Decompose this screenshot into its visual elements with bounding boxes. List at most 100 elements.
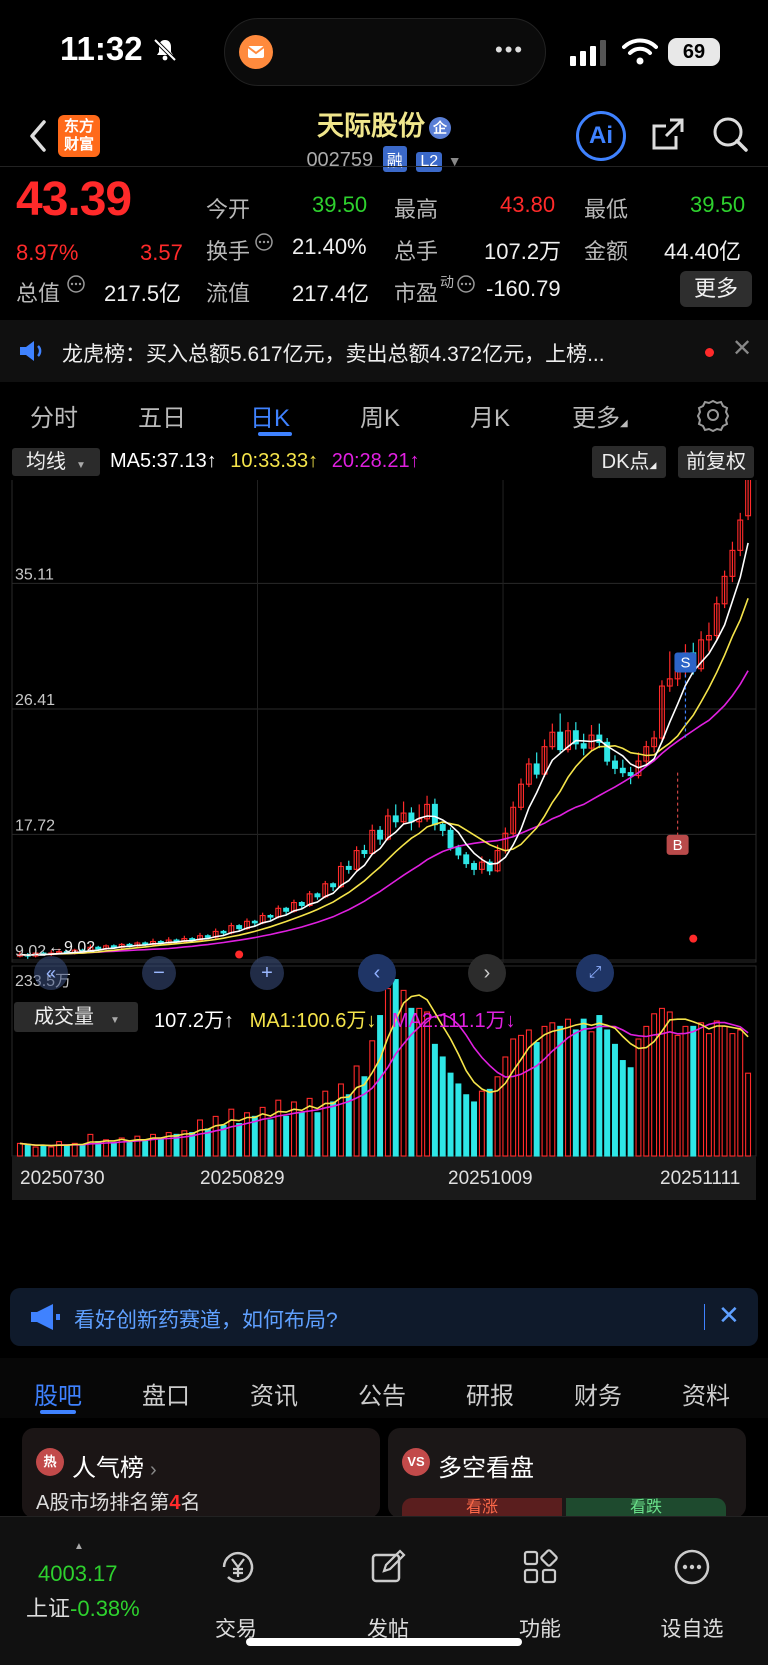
x-tick-label: 20250829 [200, 1168, 285, 1189]
active-tab-indicator [258, 432, 292, 436]
compose-post-icon[interactable] [368, 1547, 408, 1592]
vote-up-button[interactable]: 看涨 [402, 1498, 562, 1518]
tab-more[interactable]: 更多◢ [572, 398, 628, 433]
volume-bar [337, 1083, 344, 1157]
info-icon[interactable] [66, 274, 86, 299]
mktcap-value: 217.5亿 [104, 281, 182, 306]
divider [704, 1304, 705, 1330]
nav-add-watchlist[interactable]: 设自选 [632, 1613, 752, 1643]
tab-profile[interactable]: 资料 [682, 1376, 730, 1411]
up-arrow-icon: ▲ [74, 1541, 84, 1552]
tab-announcement[interactable]: 公告 [358, 1376, 406, 1411]
volume-bar [510, 1038, 517, 1157]
tab-news[interactable]: 资讯 [250, 1376, 298, 1411]
volume-bar [721, 1025, 728, 1157]
volume-bar [283, 1115, 290, 1157]
trade-yen-icon[interactable] [218, 1547, 258, 1592]
candle-body [455, 847, 462, 856]
gear-icon[interactable] [696, 398, 730, 437]
scroll-right-icon[interactable]: › [468, 954, 506, 992]
dk-point-button[interactable]: DK点◢ [592, 446, 666, 478]
volume-bar [580, 1018, 587, 1157]
info-icon[interactable] [456, 274, 476, 299]
vs-icon: VS [402, 1448, 430, 1476]
share-icon[interactable] [648, 114, 688, 159]
volume-bar [110, 1142, 117, 1157]
tab-guba[interactable]: 股吧 [34, 1376, 82, 1411]
active-tab-indicator [40, 1410, 76, 1414]
high-label: 最高 [394, 197, 439, 222]
zoom-in-icon[interactable]: + [250, 956, 284, 990]
bull-bear-title: 多空看盘 [438, 1455, 534, 1482]
stock-code: 002759 [306, 149, 374, 171]
mktcap-label: 总值 [16, 281, 61, 306]
volume-bar [690, 1025, 697, 1157]
rank-suffix: 名 [180, 1492, 201, 1514]
zoom-out-icon[interactable]: − [142, 956, 176, 990]
volume-bar [635, 1038, 642, 1157]
candle-body [627, 772, 634, 777]
tab-more-label: 更多 [572, 405, 620, 432]
float-label: 流值 [206, 281, 251, 306]
tab-research[interactable]: 研报 [466, 1376, 514, 1411]
scroll-left-fast-icon[interactable]: « [34, 956, 68, 990]
indicator-select[interactable]: 均线 ▼ [12, 448, 100, 476]
news-ticker[interactable]: 龙虎榜：买入总额5.617亿元，卖出总额4.372亿元，上榜... ✕ [0, 320, 768, 382]
low-value: 39.50 [690, 192, 746, 217]
popularity-card[interactable]: 热 人气榜 › A股市场排名第4名 [22, 1428, 380, 1518]
candle-body [392, 815, 399, 823]
volume-bar [322, 1090, 329, 1157]
marker-dot [689, 934, 698, 943]
x-tick-label: 20251009 [448, 1168, 533, 1189]
candle-body [557, 731, 564, 751]
kline-chart[interactable]: 43.8035.1126.4117.729.0243.80→←9.02SB233… [0, 480, 768, 1280]
volume-bar [729, 1033, 736, 1157]
price-frame [11, 480, 757, 963]
ai-assistant-button[interactable]: Ai [576, 111, 626, 161]
candle-body [580, 743, 587, 749]
ma10-value: 10:33.33↑ [230, 450, 319, 472]
tab-five-day[interactable]: 五日 [138, 398, 186, 433]
scroll-left-icon[interactable]: ‹ [358, 954, 396, 992]
tab-weekly-k[interactable]: 周K [360, 398, 400, 433]
low-marker-label: ←9.02 [48, 939, 95, 956]
index-change[interactable]: 上证-0.38% [26, 1591, 140, 1623]
index-value[interactable]: 4003.17 [38, 1561, 118, 1587]
vote-down-button[interactable]: 看跌 [566, 1498, 726, 1518]
index-change-pct: -0.38% [70, 1596, 140, 1621]
volume-bar [541, 1025, 548, 1157]
candle-body [236, 925, 243, 930]
bull-bear-card[interactable]: VS 多空看盘 看涨 看跌 [388, 1428, 746, 1518]
change-percent: 8.97% [16, 240, 79, 265]
tab-timeshare[interactable]: 分时 [30, 398, 78, 433]
tab-pankou[interactable]: 盘口 [142, 1376, 190, 1411]
tab-monthly-k[interactable]: 月K [470, 398, 510, 433]
tab-daily-k[interactable]: 日K [250, 398, 290, 433]
volume-bar [314, 1112, 321, 1157]
x-tick-label: 20251111 [660, 1168, 740, 1189]
promo-banner[interactable]: 看好创新药赛道，如何布局? ✕ [10, 1288, 758, 1346]
close-icon[interactable]: ✕ [718, 1300, 740, 1331]
home-indicator [246, 1638, 522, 1646]
volume-bar [228, 1108, 235, 1157]
volume-bar [212, 1115, 219, 1157]
volume-bar [79, 1144, 86, 1157]
popularity-title: 人气榜 › [72, 1448, 157, 1483]
info-icon[interactable] [254, 232, 274, 257]
volume-indicator-select[interactable]: 成交量 ▼ [14, 1002, 138, 1032]
volume-bar [197, 1119, 203, 1157]
dynamic-island[interactable]: ••• [224, 18, 546, 86]
fullscreen-icon[interactable]: ⤢ [576, 954, 614, 992]
more-quote-button[interactable]: 更多 [680, 271, 752, 307]
popularity-rank-text: A股市场排名第4名 [36, 1486, 200, 1515]
tab-finance[interactable]: 财务 [574, 1376, 622, 1411]
y-tick-label: 26.41 [15, 692, 55, 709]
ma5-value: MA5:37.13↑ [110, 450, 217, 472]
volume-bar [24, 1144, 31, 1157]
stock-name: 天际股份 [317, 111, 425, 141]
search-icon[interactable] [710, 114, 750, 159]
close-icon[interactable]: ✕ [732, 334, 752, 363]
functions-grid-icon[interactable] [520, 1547, 560, 1592]
more-circle-icon[interactable] [672, 1547, 712, 1592]
forward-adjust-button[interactable]: 前复权 [678, 446, 754, 478]
